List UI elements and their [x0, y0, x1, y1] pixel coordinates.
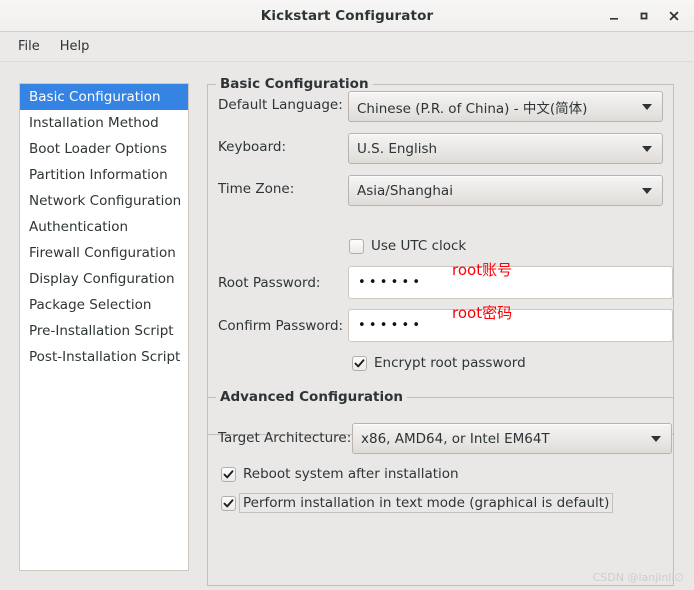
- advanced-configuration-group-title: Advanced Configuration: [216, 389, 407, 405]
- use-utc-clock-label: Use UTC clock: [371, 238, 467, 254]
- keyboard-value: U.S. English: [357, 140, 438, 157]
- target-architecture-row: Target Architecture:: [218, 430, 351, 446]
- chevron-down-icon: [642, 103, 652, 110]
- sidebar-item-firewall-configuration[interactable]: Firewall Configuration: [20, 240, 188, 266]
- target-architecture-value: x86, AMD64, or Intel EM64T: [361, 430, 550, 447]
- sidebar-item-display-configuration[interactable]: Display Configuration: [20, 266, 188, 292]
- text-mode-installation-checkbox-row[interactable]: Perform installation in text mode (graph…: [221, 493, 614, 513]
- main-content: Basic Configuration Installation Method …: [0, 63, 694, 590]
- sidebar-item-network-configuration[interactable]: Network Configuration: [20, 188, 188, 214]
- keyboard-row: Keyboard:: [218, 139, 286, 155]
- checkbox-checked-icon[interactable]: [221, 495, 236, 511]
- text-mode-installation-label: Perform installation in text mode (graph…: [239, 493, 614, 513]
- sidebar-item-pre-installation-script[interactable]: Pre-Installation Script: [20, 318, 188, 344]
- default-language-row: Default Language:: [218, 97, 343, 113]
- target-architecture-combo[interactable]: x86, AMD64, or Intel EM64T: [352, 423, 672, 454]
- menu-item-help[interactable]: Help: [50, 36, 100, 57]
- sidebar-item-post-installation-script[interactable]: Post-Installation Script: [20, 344, 188, 370]
- window-title: Kickstart Configurator: [260, 7, 434, 24]
- keyboard-combo[interactable]: U.S. English: [348, 133, 663, 164]
- title-bar: Kickstart Configurator: [0, 0, 694, 32]
- sidebar-item-boot-loader-options[interactable]: Boot Loader Options: [20, 136, 188, 162]
- checkbox-checked-icon[interactable]: [352, 355, 367, 371]
- confirm-password-value: ••••••: [358, 318, 424, 333]
- root-password-row: Root Password:: [218, 275, 320, 291]
- use-utc-clock-checkbox-row[interactable]: Use UTC clock: [349, 238, 466, 254]
- window-controls: [600, 0, 688, 32]
- sidebar-item-basic-configuration[interactable]: Basic Configuration: [20, 84, 188, 110]
- sidebar-item-installation-method[interactable]: Installation Method: [20, 110, 188, 136]
- minimize-icon[interactable]: [600, 3, 628, 29]
- sidebar-list[interactable]: Basic Configuration Installation Method …: [19, 83, 189, 571]
- encrypt-root-password-label: Encrypt root password: [374, 355, 526, 371]
- default-language-label: Default Language:: [218, 97, 343, 113]
- confirm-password-input[interactable]: ••••••: [348, 309, 673, 342]
- default-language-value: Chinese (P.R. of China) - 中文(简体): [357, 100, 588, 117]
- confirm-password-label: Confirm Password:: [218, 318, 344, 334]
- basic-configuration-group-title: Basic Configuration: [216, 76, 373, 92]
- sidebar-item-partition-information[interactable]: Partition Information: [20, 162, 188, 188]
- root-password-label: Root Password:: [218, 275, 321, 291]
- encrypt-root-password-checkbox-row[interactable]: Encrypt root password: [352, 355, 526, 371]
- sidebar-item-package-selection[interactable]: Package Selection: [20, 292, 188, 318]
- checkbox-checked-icon[interactable]: [221, 466, 236, 482]
- time-zone-row: Time Zone:: [218, 181, 294, 197]
- sidebar-item-authentication[interactable]: Authentication: [20, 214, 188, 240]
- maximize-icon[interactable]: [630, 3, 658, 29]
- checkbox-unchecked-icon[interactable]: [349, 238, 364, 254]
- default-language-combo[interactable]: Chinese (P.R. of China) - 中文(简体): [348, 91, 663, 122]
- root-password-input[interactable]: ••••••: [348, 266, 673, 299]
- keyboard-label: Keyboard:: [218, 139, 287, 155]
- chevron-down-icon: [651, 435, 661, 442]
- root-password-value: ••••••: [358, 275, 424, 290]
- reboot-after-installation-label: Reboot system after installation: [243, 466, 459, 482]
- time-zone-label: Time Zone:: [218, 181, 295, 197]
- watermark: CSDN @lanjinli∅: [592, 571, 684, 584]
- chevron-down-icon: [642, 145, 652, 152]
- close-icon[interactable]: [660, 3, 688, 29]
- time-zone-combo[interactable]: Asia/Shanghai: [348, 175, 663, 206]
- menu-item-file[interactable]: File: [8, 36, 50, 57]
- target-architecture-label: Target Architecture:: [218, 430, 352, 446]
- time-zone-value: Asia/Shanghai: [357, 182, 453, 199]
- confirm-password-row: Confirm Password:: [218, 318, 343, 334]
- menu-bar: File Help: [0, 32, 694, 62]
- reboot-after-installation-checkbox-row[interactable]: Reboot system after installation: [221, 466, 459, 482]
- chevron-down-icon: [642, 187, 652, 194]
